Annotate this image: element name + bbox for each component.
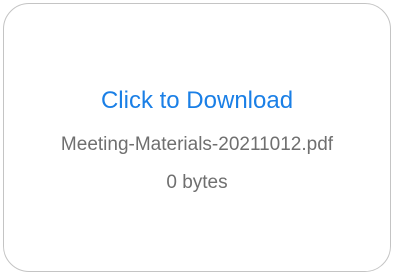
download-link[interactable]: Click to Download (4, 85, 390, 117)
file-name: Meeting-Materials-20211012.pdf (60, 134, 334, 155)
file-size: 0 bytes (166, 172, 228, 193)
download-card: Click to Download Meeting-Materials-2021… (3, 3, 391, 272)
